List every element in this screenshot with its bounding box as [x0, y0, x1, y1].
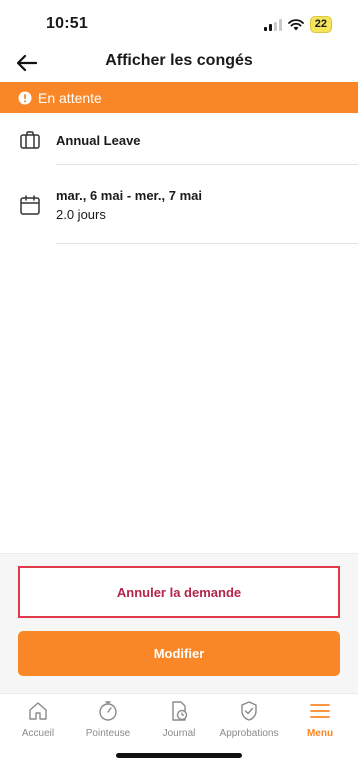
tab-menu[interactable]: Menu — [284, 698, 356, 739]
status-banner: En attente — [0, 82, 358, 113]
home-indicator — [116, 753, 242, 758]
page-title: Afficher les congés — [105, 52, 253, 69]
tab-label: Journal — [162, 728, 196, 739]
journal-icon — [172, 701, 188, 721]
status-bar: 10:51 22 — [0, 0, 358, 46]
home-icon — [29, 702, 47, 720]
leave-date-row: mar., 6 mai - mer., 7 mai 2.0 jours — [0, 165, 358, 245]
leave-date-range: mar., 6 mai - mer., 7 mai — [56, 188, 202, 203]
stopwatch-icon — [99, 701, 117, 721]
status-label: En attente — [38, 89, 102, 106]
tab-accueil[interactable]: Accueil — [2, 698, 74, 739]
briefcase-icon — [20, 131, 40, 149]
leave-type: Annual Leave — [56, 133, 141, 148]
tab-approbations[interactable]: Approbations — [213, 698, 285, 739]
menu-icon — [310, 704, 330, 718]
calendar-icon — [20, 195, 40, 215]
leave-type-row: Annual Leave — [0, 113, 358, 165]
leave-duration: 2.0 jours — [56, 207, 106, 222]
tab-label: Pointeuse — [85, 728, 131, 739]
tab-label: Approbations — [219, 728, 279, 739]
status-time: 10:51 — [46, 15, 88, 32]
signal-icon — [263, 18, 282, 31]
modify-button[interactable]: Modifier — [18, 631, 340, 676]
tab-journal[interactable]: Journal — [143, 698, 215, 739]
cancel-request-button[interactable]: Annuler la demande — [18, 566, 340, 618]
tab-label: Menu — [306, 728, 334, 739]
status-icons: 22 — [263, 16, 332, 33]
divider — [56, 243, 358, 244]
info-icon — [18, 91, 32, 104]
tab-pointeuse[interactable]: Pointeuse — [72, 698, 144, 739]
tab-label: Accueil — [21, 728, 55, 739]
shield-check-icon — [241, 701, 257, 721]
wifi-icon — [287, 18, 304, 30]
battery-indicator: 22 — [309, 16, 332, 33]
header: Afficher les congés — [0, 46, 358, 82]
